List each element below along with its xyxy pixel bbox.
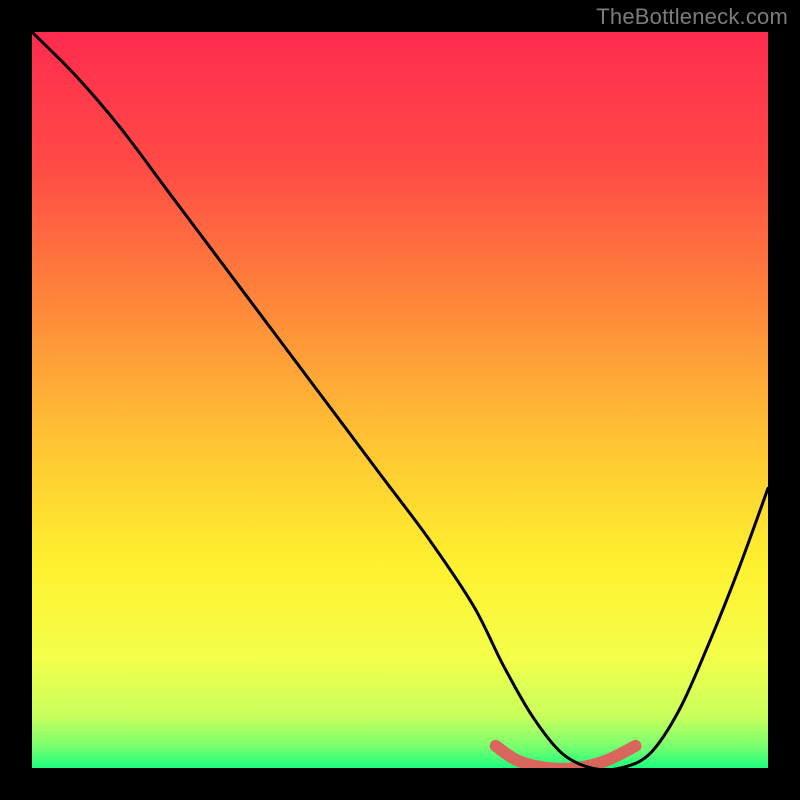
gradient-background [32,32,768,768]
watermark-text: TheBottleneck.com [596,4,788,30]
plot-area [32,32,768,768]
chart-svg [32,32,768,768]
chart-frame: TheBottleneck.com [0,0,800,800]
